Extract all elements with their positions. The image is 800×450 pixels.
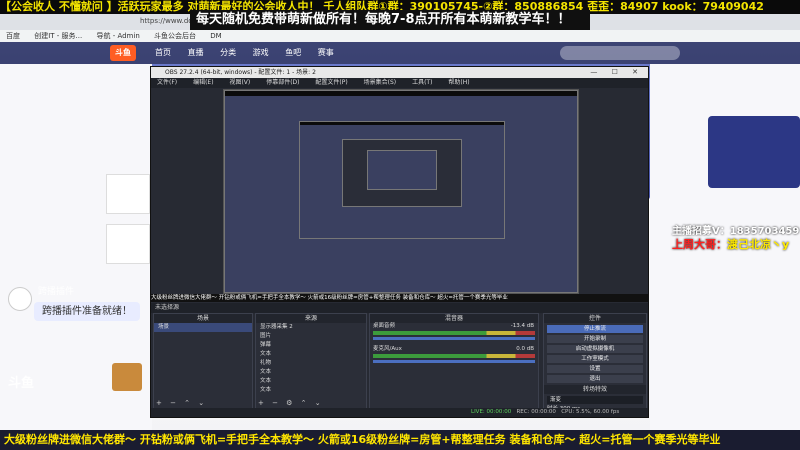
dock-title: 来源 [256,314,366,323]
obs-window: OBS 27.2.4 (64-bit, windows) - 配置文件: 1 -… [150,66,649,418]
mixer-channel-name: 麦克风/Aux 0.0 dB [370,346,538,353]
nav-item[interactable]: 分类 [220,48,236,57]
scene-item[interactable]: 场景 [154,323,252,332]
nav-item[interactable]: 鱼吧 [285,48,301,57]
preview-banner [225,91,577,96]
source-item[interactable]: 弹幕 [256,341,366,350]
dock-title: 控件 [544,314,646,323]
obs-titlebar: OBS 27.2.4 (64-bit, windows) - 配置文件: 1 -… [151,67,648,78]
gift-icon[interactable] [112,363,142,391]
menu-item[interactable]: 场景集合(S) [364,79,397,86]
lastweek-name: 渡己北凉丶y [727,238,790,251]
nav-item[interactable]: 首页 [155,48,171,57]
bookmark-item[interactable]: 斗鱼公会后台 [154,30,196,42]
nav-item[interactable]: 直播 [188,48,204,57]
dock-title: 场景 [154,314,252,323]
site-nav-links: 首页 直播 分类 游戏 鱼吧 赛事 [155,42,348,64]
menu-item[interactable]: 文件(F) [157,79,177,86]
window-controls-icon[interactable]: — ☐ ✕ [590,67,644,78]
douyu-logo[interactable]: 斗鱼 [110,45,136,61]
transition-select[interactable]: 渐变 [547,396,643,404]
menu-item[interactable]: 停靠部件(D) [266,79,299,86]
start-recording-button[interactable]: 开始录制 [547,335,643,343]
obs-title: OBS 27.2.4 (64-bit, windows) - 配置文件: 1 -… [165,69,316,76]
mixer-db: -13.4 dB [510,323,534,329]
source-item[interactable]: 文本 [256,350,366,359]
dock-toolbar-icons[interactable]: + − ⌃ ⌄ [156,399,207,407]
dock-title: 转场特效 [544,385,646,394]
overlay-banner-center: 每天随机免费带萌新做所有！每晚7-8点开所有本萌新教学车！！ [190,10,590,30]
bookmark-item[interactable]: 百度 [6,30,20,42]
nav-item[interactable]: 游戏 [253,48,269,57]
volume-slider[interactable] [373,360,535,363]
audio-meter [373,354,535,358]
bookmark-item[interactable]: 创建IT - 服务... [34,30,82,42]
scenes-dock: 场景 场景 + − ⌃ ⌄ [153,313,253,409]
recommend-card[interactable] [106,224,150,264]
obs-preview[interactable] [223,89,579,294]
source-toolbar: 未选择源 [151,303,648,313]
nav-item[interactable]: 赛事 [318,48,334,57]
menu-item[interactable]: 工具(T) [412,79,432,86]
bookmark-item[interactable]: 导航 - Admin [96,30,139,42]
source-item[interactable]: 图片 [256,332,366,341]
audio-meter [373,331,535,335]
obs-statusbar: LIVE: 00:00:00 REC: 00:00:00 CPU: 5.5%, … [151,408,648,417]
preview-marquee: 大级粉丝牌进微信大佬群～ 开钻粉或俩飞机=手把手全本教学～ 火箭或16级粉丝牌=… [151,294,648,302]
bookmarks-bar: 百度 创建IT - 服务... 导航 - Admin 斗鱼公会后台 DM [0,30,800,42]
virtual-camera-button[interactable]: 启动虚拟摄像机 [547,345,643,353]
menu-item[interactable]: 编辑(E) [193,79,213,86]
menu-item[interactable]: 视图(V) [229,79,250,86]
obs-menubar: 文件(F) 编辑(E) 视图(V) 停靠部件(D) 配置文件(P) 场景集合(S… [151,78,648,88]
source-item[interactable]: 文本 [256,386,366,395]
menu-item[interactable]: 帮助(H) [448,79,469,86]
menu-item[interactable]: 配置文件(P) [315,79,347,86]
dock-toolbar-icons[interactable]: + − ⚙ ⌃ ⌄ [258,399,324,407]
search-input[interactable] [560,46,680,60]
source-item[interactable]: 显示器采集 2 [256,323,366,332]
stop-stream-button[interactable]: 停止推流 [547,325,643,333]
mixer-dock: 混音器 桌面音频 -13.4 dB 麦克风/Aux 0.0 dB [369,313,539,409]
source-item[interactable]: 文本 [256,377,366,386]
lastweek-caption: 上周大哥：渡己北凉丶y [672,238,789,252]
plugin-message: 跨播插件准备就绪！ [34,302,140,321]
bookmark-item[interactable]: DM [210,30,221,42]
avatar [8,287,32,311]
site-nav: 斗鱼 首页 直播 分类 游戏 鱼吧 赛事 [0,42,800,64]
settings-button[interactable]: 设置 [547,365,643,373]
source-item[interactable]: 文本 [256,368,366,377]
rec-status: REC: 00:00:00 [516,409,556,415]
cpu-status: CPU: 5.5%, 60.00 fps [561,409,620,415]
studio-mode-button[interactable]: 工作室模式 [547,355,643,363]
douyu-watermark: 斗鱼 [8,376,35,391]
lastweek-label: 上周大哥： [672,238,727,251]
exit-button[interactable]: 退出 [547,375,643,383]
recommend-card[interactable] [106,174,150,214]
controls-dock: 控件 停止推流 开始录制 启动虚拟摄像机 工作室模式 设置 退出 转场特效 渐变… [543,313,647,412]
preview-level-3 [342,139,462,207]
dock-title: 混音器 [370,314,538,323]
preview-level-2 [299,121,505,239]
plugin-name: 跨播插件 [38,287,75,297]
preview-level-1 [224,90,578,293]
anchor-badge-art [708,116,800,188]
sources-dock: 来源 显示器采集 2 图片 弹幕 文本 礼物 文本 文本 文本 + − ⚙ ⌃ … [255,313,367,409]
volume-slider[interactable] [373,337,535,340]
mixer-channel-name: 桌面音频 -13.4 dB [370,323,538,330]
live-status: LIVE: 00:00:00 [471,409,512,415]
preview-banner [300,122,504,125]
source-item[interactable]: 礼物 [256,359,366,368]
mixer-db: 0.0 dB [516,346,534,352]
recruit-caption: 主播招募V：1835703459 [672,226,800,237]
overlay-marquee: 大级粉丝牌进微信大佬群～ 开钻粉或俩飞机=手把手全本教学～ 火箭或16级粉丝牌=… [0,430,800,450]
preview-level-4 [367,150,437,190]
